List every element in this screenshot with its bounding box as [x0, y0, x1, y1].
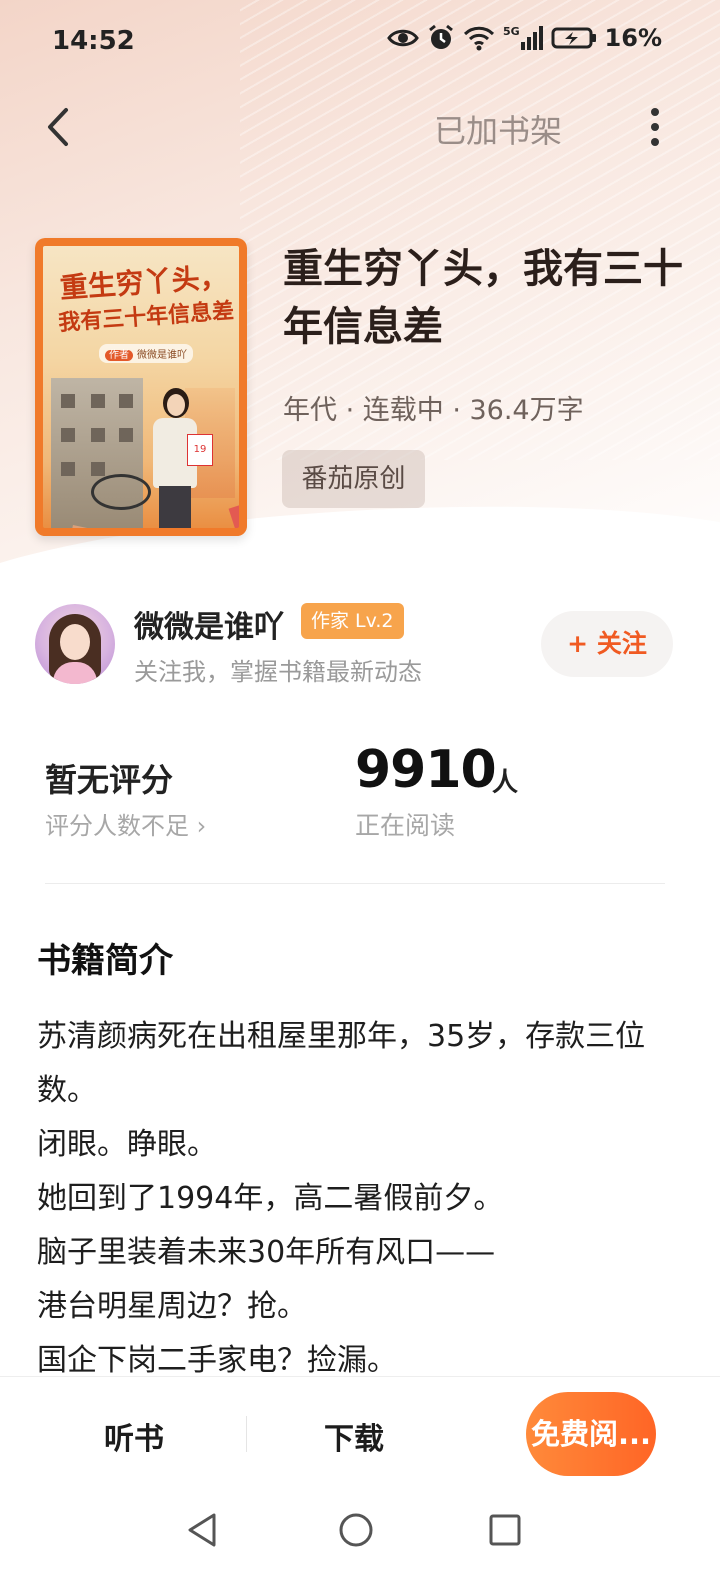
battery-percent: 16%	[604, 24, 662, 52]
listen-button[interactable]: 听书	[104, 1414, 164, 1458]
readers-count: 9910	[355, 740, 497, 800]
download-button[interactable]: 下载	[324, 1414, 384, 1458]
synopsis-line: 闭眼。睁眼。	[37, 1127, 217, 1162]
more-dot	[651, 138, 659, 146]
square-recents-icon	[489, 1514, 521, 1546]
more-dot	[651, 108, 659, 116]
free-read-button[interactable]: 免费阅...	[526, 1392, 656, 1476]
readers-unit: 人	[492, 768, 519, 798]
synopsis-line: 她回到了1994年，高二暑假前夕。	[37, 1181, 504, 1216]
signal-icon: 5G	[503, 24, 543, 52]
back-button[interactable]	[40, 104, 80, 150]
book-title: 重生穷丫头，我有三十年信息差	[283, 246, 683, 350]
synopsis-line: 港台明星周边？抢。	[37, 1289, 307, 1324]
author-subtitle: 关注我，掌握书籍最新动态	[134, 658, 422, 686]
svg-text:5G: 5G	[503, 25, 520, 38]
cover-frame	[35, 238, 247, 536]
author-level-badge: 作家 Lv.2	[301, 603, 404, 639]
status-time: 14:52	[52, 26, 135, 56]
synopsis-line: 脑子里装着未来30年所有风口——	[37, 1235, 496, 1270]
book-cover[interactable]: 19 重生穷丫头， 我有三十年信息差 作者 微微是谁吖	[35, 238, 247, 536]
avatar-face	[60, 624, 90, 660]
bottom-bar-separator	[246, 1416, 247, 1452]
divider	[45, 883, 665, 884]
synopsis-line: 国企下岗二手家电？捡漏。	[37, 1343, 397, 1378]
author-name[interactable]: 微微是谁吖	[134, 602, 284, 646]
eye-icon	[386, 27, 419, 49]
battery-icon	[551, 26, 597, 50]
system-recents-button[interactable]	[488, 1513, 522, 1551]
status-icons: 5G 16%	[386, 24, 662, 52]
triangle-back-icon	[188, 1513, 216, 1547]
synopsis-line: 苏清颜病死在出租屋里那年，35岁，存款三位数。	[37, 1019, 646, 1108]
more-options-button[interactable]	[640, 104, 670, 150]
system-back-button[interactable]	[184, 1511, 222, 1553]
book-tag[interactable]: 番茄原创	[282, 450, 425, 508]
synopsis-title: 书籍简介	[37, 941, 173, 981]
added-to-shelf-button[interactable]: 已加书架	[434, 106, 562, 152]
circle-home-icon	[339, 1513, 373, 1547]
chevron-left-icon	[48, 108, 68, 146]
status-bar: 14:52 5G 16%	[0, 0, 720, 86]
wifi-icon	[463, 25, 495, 51]
synopsis-body[interactable]: 苏清颜病死在出租屋里那年，35岁，存款三位数。 闭眼。睁眼。 她回到了1994年…	[37, 1010, 677, 1380]
book-meta: 年代 · 连载中 · 36.4万字	[283, 395, 584, 426]
author-avatar[interactable]	[35, 604, 115, 684]
more-dot	[651, 123, 659, 131]
rating-detail-link[interactable]: 评分人数不足 ›	[45, 806, 206, 841]
readers-label: 正在阅读	[355, 811, 456, 840]
rating-label: 暂无评分	[45, 761, 174, 799]
alarm-icon	[427, 24, 455, 52]
follow-button[interactable]: + 关注	[541, 611, 673, 677]
system-home-button[interactable]	[337, 1511, 375, 1553]
